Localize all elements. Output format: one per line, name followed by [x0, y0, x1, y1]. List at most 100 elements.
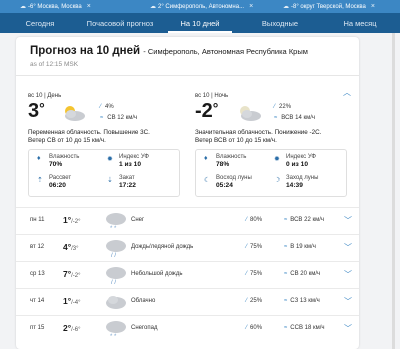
- sunset-icon: ⇣: [107, 177, 113, 184]
- raindrop-icon: ⁄: [246, 271, 248, 277]
- browser-tab-simferopol[interactable]: ☁ 2° Симферополь, Автономна... ×: [150, 0, 275, 13]
- chevron-down-icon[interactable]: ﹀: [344, 215, 352, 226]
- wind-icon: ≈: [284, 244, 288, 250]
- moonrise-label: Восход луны: [216, 175, 252, 181]
- location-text: - Симферополь, Автономная Республика Кры…: [143, 47, 308, 56]
- row-precip-value: 25%: [250, 298, 263, 304]
- chevron-down-icon[interactable]: ﹀: [344, 296, 352, 307]
- tab-weekend[interactable]: Выходные: [240, 13, 320, 33]
- close-icon[interactable]: ×: [249, 3, 253, 10]
- browser-tab-label: -6° Москва, Москва: [28, 3, 82, 10]
- chevron-down-icon[interactable]: ﹀: [344, 242, 352, 253]
- row-temp-low: /3°: [71, 246, 79, 252]
- humidity-value: 70%: [49, 161, 63, 168]
- night-precip: ⁄ 22%: [274, 104, 291, 110]
- forecast-nav: Сегодня Почасовой прогноз На 10 дней Вых…: [0, 13, 400, 33]
- sunrise-label: Рассвет: [49, 175, 72, 181]
- uv-label: Индекс УФ: [119, 154, 149, 160]
- row-precip: ⁄ 80%: [246, 217, 262, 223]
- humidity-icon: ♦: [204, 155, 208, 162]
- day-wind-value: СВ 12 км/ч: [107, 115, 138, 121]
- night-desc-line-1: Значительная облачность. Понижение -2С.: [195, 129, 322, 136]
- row-wind: ≈ СВ 20 км/ч: [284, 271, 320, 277]
- browser-tab-strip: ☁ -6° Москва, Москва × ☁ 2° Симферополь,…: [0, 0, 400, 13]
- daily-row[interactable]: вт 12 4°/3° / / Дождь/ледяной дождь ⁄ 75%…: [16, 234, 359, 262]
- row-temp-high: 4°: [63, 242, 72, 252]
- row-precip: ⁄ 60%: [246, 325, 262, 331]
- row-temp-high: 2°: [63, 323, 72, 333]
- degree-symbol: °: [39, 100, 45, 116]
- row-precip: ⁄ 75%: [246, 244, 262, 250]
- humidity-value: 78%: [216, 161, 230, 168]
- chevron-up-icon[interactable]: ︿: [343, 87, 351, 98]
- sunset-label: Закат: [119, 175, 135, 181]
- day-uv: Индекс УФ 1 из 10: [119, 154, 149, 168]
- daily-row[interactable]: пт 15 2°/-6° * * Снегопад ⁄ 60% ≈ ССВ 18 к…: [16, 315, 359, 343]
- uv-value: 1 из 10: [119, 161, 141, 168]
- row-wind-value: СВ 20 км/ч: [290, 271, 321, 277]
- tab-month[interactable]: На месяц: [320, 13, 400, 33]
- raindrop-icon: ⁄: [246, 244, 248, 250]
- raindrop-icon: ⁄: [100, 104, 102, 110]
- night-uv: Индекс УФ 0 из 10: [286, 154, 316, 168]
- degree-symbol: °: [212, 100, 219, 116]
- weather-icon: ☁: [20, 4, 26, 10]
- night-precip-value: 22%: [279, 104, 292, 110]
- row-precip-value: 75%: [250, 271, 263, 277]
- svg-text:* *: * *: [110, 334, 117, 339]
- night-description: Значительная облачность. Понижение -2С. …: [195, 129, 321, 145]
- raindrop-icon: ⁄: [246, 325, 248, 331]
- close-icon[interactable]: ×: [87, 3, 91, 10]
- daily-row[interactable]: пн 11 1°/-2° * * Снег ⁄ 80% ≈ ВСВ 22 км/ч …: [16, 207, 359, 235]
- tab-hourly[interactable]: Почасовой прогноз: [80, 13, 160, 33]
- moonset-label: Заход луны: [286, 175, 319, 181]
- day-precip-value: 4%: [105, 104, 114, 110]
- daily-row[interactable]: чт 14 1°/-4° Облачно ⁄ 25% ≈ СЗ 13 км/ч ﹀: [16, 288, 359, 316]
- night-moonrise: Восход луны 05:24: [216, 175, 252, 189]
- tab-10-days[interactable]: На 10 дней: [160, 13, 240, 33]
- uv-index-icon: ✹: [274, 156, 280, 163]
- day-sunset: Закат 17:22: [119, 175, 136, 189]
- row-precip-value: 80%: [250, 217, 263, 223]
- browser-tab-label: 2° Симферополь, Автономна...: [158, 3, 245, 10]
- day-desc-line-2: Ветер СВ от 10 до 15 км/ч.: [28, 137, 106, 144]
- night-wind: ≈ ВСВ 14 км/ч: [274, 115, 315, 121]
- row-wind-value: В 19 км/ч: [290, 244, 316, 250]
- row-temp: 1°/-2°: [63, 215, 81, 225]
- wind-icon: ≈: [284, 325, 288, 331]
- row-temp-high: 7°: [63, 269, 72, 279]
- row-wind: ≈ В 19 км/ч: [284, 244, 316, 250]
- row-condition: Снегопад: [131, 325, 158, 331]
- row-precip: ⁄ 25%: [246, 298, 262, 304]
- moonrise-value: 05:24: [216, 182, 233, 189]
- title-text: Прогноз на 10 дней: [30, 45, 141, 57]
- partly-cloudy-icon: [65, 106, 85, 121]
- row-temp: 1°/-4°: [63, 296, 81, 306]
- scrollbar[interactable]: [392, 33, 395, 349]
- row-condition: Небольшой дождь: [131, 271, 183, 277]
- tab-today[interactable]: Сегодня: [0, 13, 80, 33]
- browser-tab-tverskoy[interactable]: ☁ -8° округ Тверской, Москва ×: [283, 0, 398, 13]
- snow-icon: * *: [106, 213, 126, 231]
- close-icon[interactable]: ×: [371, 3, 375, 10]
- row-temp: 4°/3°: [63, 242, 79, 252]
- browser-tab-moscow[interactable]: ☁ -6° Москва, Москва ×: [20, 0, 120, 13]
- rain-icon: / /: [106, 267, 126, 285]
- row-precip-value: 60%: [250, 325, 263, 331]
- svg-text:* *: * *: [110, 226, 117, 231]
- night-label: вс 10 | Ночь: [195, 93, 229, 99]
- chevron-down-icon[interactable]: ﹀: [344, 323, 352, 334]
- wind-icon: ≈: [274, 115, 278, 121]
- row-temp-low: /-2°: [71, 273, 81, 279]
- moonset-icon: ☽: [274, 177, 281, 184]
- chevron-down-icon[interactable]: ﹀: [344, 269, 352, 280]
- row-precip-value: 75%: [250, 244, 263, 250]
- daily-row[interactable]: ср 13 7°/-2° / / Небольшой дождь ⁄ 75% ≈ С…: [16, 261, 359, 289]
- row-temp-low: /-6°: [71, 327, 81, 333]
- row-temp-low: /-4°: [71, 300, 81, 306]
- browser-tab-label: -8° округ Тверской, Москва: [291, 3, 366, 10]
- uv-value: 0 из 10: [286, 161, 308, 168]
- rain-icon: / /: [106, 240, 126, 258]
- row-temp: 2°/-6°: [63, 323, 81, 333]
- row-temp-high: 1°: [63, 296, 72, 306]
